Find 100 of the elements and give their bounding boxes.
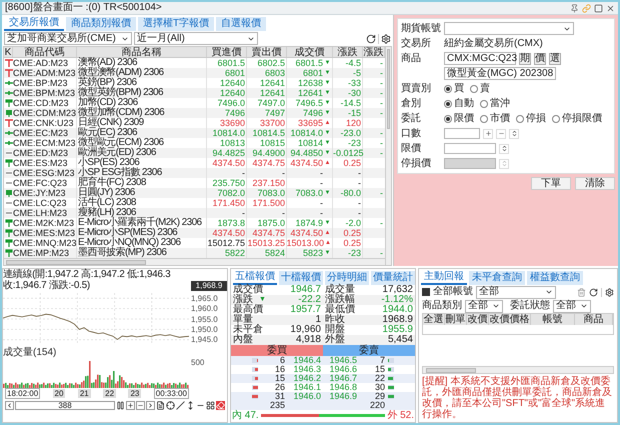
table-cell: - bbox=[380, 218, 383, 228]
close-icon[interactable] bbox=[606, 4, 615, 12]
radio-button[interactable] bbox=[444, 114, 452, 122]
settings-icon[interactable] bbox=[381, 34, 391, 44]
line-tool-icon[interactable] bbox=[176, 400, 185, 410]
table-cell: 1874.9 bbox=[295, 218, 323, 228]
tab[interactable]: 自選報價 bbox=[216, 17, 266, 31]
pause-icon[interactable] bbox=[116, 400, 125, 410]
radio-button[interactable] bbox=[552, 114, 560, 122]
stat-value: 1946.7 bbox=[290, 285, 321, 295]
stat-value: 1944.0 bbox=[382, 305, 413, 315]
column-header[interactable]: 賣出價 bbox=[247, 47, 287, 57]
stat-value: -22.2 bbox=[298, 295, 321, 305]
price-label: 1,960.0 bbox=[191, 304, 218, 314]
plus-button[interactable] bbox=[483, 128, 493, 138]
vertical-scrollbar[interactable] bbox=[385, 47, 391, 265]
grid-icon[interactable] bbox=[206, 400, 215, 410]
horizontal-scrollbar[interactable] bbox=[4, 258, 385, 265]
stepper-button[interactable] bbox=[509, 128, 519, 138]
radio-button[interactable] bbox=[516, 114, 524, 122]
limit-price-field[interactable] bbox=[444, 143, 496, 154]
product-button[interactable]: 選 bbox=[549, 52, 561, 64]
document-icon[interactable] bbox=[156, 400, 165, 410]
refresh-icon[interactable] bbox=[589, 288, 598, 296]
column-header[interactable]: 買進價 bbox=[207, 47, 247, 57]
form-button[interactable]: 下單 bbox=[531, 177, 571, 190]
tab[interactable]: 主動回報 bbox=[421, 271, 467, 285]
tab[interactable]: 商品類別報價 bbox=[66, 17, 136, 31]
table-cell: - bbox=[320, 198, 323, 208]
ask-quantity: 15 bbox=[374, 365, 386, 374]
bid-price: 1946.0 bbox=[292, 392, 322, 401]
scroll-right-button[interactable] bbox=[146, 400, 155, 410]
stat-value: 1957.7 bbox=[290, 305, 321, 315]
radio-button[interactable] bbox=[444, 84, 452, 92]
minus-button[interactable] bbox=[496, 128, 506, 138]
ask-total: 220 bbox=[368, 401, 386, 410]
field-label: 限價 bbox=[401, 142, 422, 154]
form-button[interactable]: 清除 bbox=[575, 177, 615, 190]
tab[interactable]: 選擇權T字報價 bbox=[138, 17, 214, 31]
field-label: 商品 bbox=[401, 52, 422, 64]
crosshair-icon[interactable] bbox=[166, 400, 175, 410]
product-select[interactable]: CMX:MGC:Q23 bbox=[444, 52, 516, 65]
scroll-track[interactable]: 388 bbox=[15, 400, 115, 410]
tab[interactable]: 權益數查詢 bbox=[527, 271, 583, 285]
eraser-icon[interactable] bbox=[216, 400, 225, 410]
bid-price: 1946.3 bbox=[292, 365, 322, 374]
stat-value: 17,632 bbox=[382, 285, 413, 295]
settings-icon[interactable] bbox=[605, 288, 614, 296]
table-cell: - bbox=[380, 78, 383, 88]
column-header[interactable]: K bbox=[4, 47, 13, 57]
tab[interactable]: 價量統計 bbox=[371, 271, 415, 285]
table-cell: 7083.0 bbox=[295, 188, 323, 198]
radio-label: 自動 bbox=[454, 98, 474, 110]
stepper-button[interactable] bbox=[499, 144, 509, 154]
stat-label: 最低價 bbox=[325, 305, 355, 315]
stat-value: 4,918 bbox=[296, 335, 321, 345]
column-header[interactable]: 漲跌 bbox=[333, 47, 363, 57]
status-select[interactable]: 全部 bbox=[553, 300, 591, 312]
stat-label: 內盤 bbox=[233, 335, 253, 345]
product-name-field[interactable]: 微型黃金(MGC) 202308 bbox=[444, 67, 556, 80]
account-select[interactable]: 全部 bbox=[476, 286, 556, 298]
maximize-icon[interactable] bbox=[594, 4, 603, 12]
radio-button[interactable] bbox=[480, 114, 488, 122]
filter-label: 委託狀態 bbox=[510, 300, 550, 312]
field-label: 倉別 bbox=[401, 98, 422, 110]
table-cell: - bbox=[380, 88, 383, 98]
checkbox[interactable] bbox=[422, 288, 430, 296]
radio-button[interactable] bbox=[470, 84, 478, 92]
stat-value: 1 bbox=[315, 315, 321, 325]
exchange-select[interactable]: 芝加哥商業交易所(CME) bbox=[4, 32, 132, 45]
radio-button[interactable] bbox=[444, 100, 452, 108]
tab[interactable]: 五檔報價 bbox=[233, 271, 277, 285]
trash-icon[interactable] bbox=[577, 288, 586, 296]
price-label: 1,965.0 bbox=[191, 294, 218, 303]
pin-icon[interactable] bbox=[570, 4, 579, 12]
radio-button[interactable] bbox=[480, 100, 488, 108]
tab[interactable]: 十檔報價 bbox=[279, 271, 323, 285]
tab[interactable]: 分時明細 bbox=[325, 271, 369, 285]
ask-quantity: 30 bbox=[374, 383, 386, 392]
zoom-in-button[interactable] bbox=[126, 400, 135, 410]
time-label: 21 bbox=[78, 389, 91, 398]
chart-title: 連續線(開:1,947.2 高:1,947.2 低:1,946.3 收:1,946.7 漲跌:-0.5) bbox=[3, 269, 172, 291]
product-button[interactable]: 期 bbox=[519, 52, 531, 64]
radio-label: 停損限價 bbox=[562, 112, 602, 124]
quantity-field[interactable] bbox=[444, 128, 480, 139]
period-select[interactable]: 近一月(All) bbox=[134, 32, 258, 45]
tab[interactable]: 未平倉查詢 bbox=[469, 271, 525, 285]
tab[interactable]: 交易所報價 bbox=[4, 17, 64, 31]
category-select[interactable]: 全部 bbox=[465, 300, 503, 312]
product-button[interactable]: 價 bbox=[534, 52, 546, 64]
table-cell: 4374.50 bbox=[290, 228, 323, 238]
stat-value: -1.12% bbox=[381, 295, 413, 305]
radio-label: 買 bbox=[454, 82, 464, 94]
inner-ratio: 內 47. bbox=[232, 410, 259, 421]
table-cell: - bbox=[380, 248, 383, 258]
refresh-icon[interactable] bbox=[366, 34, 376, 44]
scroll-left-button[interactable] bbox=[5, 400, 14, 410]
plus-icon bbox=[127, 402, 134, 408]
horizontal-scrollbar[interactable] bbox=[422, 366, 614, 374]
table-cell: - bbox=[320, 178, 323, 188]
